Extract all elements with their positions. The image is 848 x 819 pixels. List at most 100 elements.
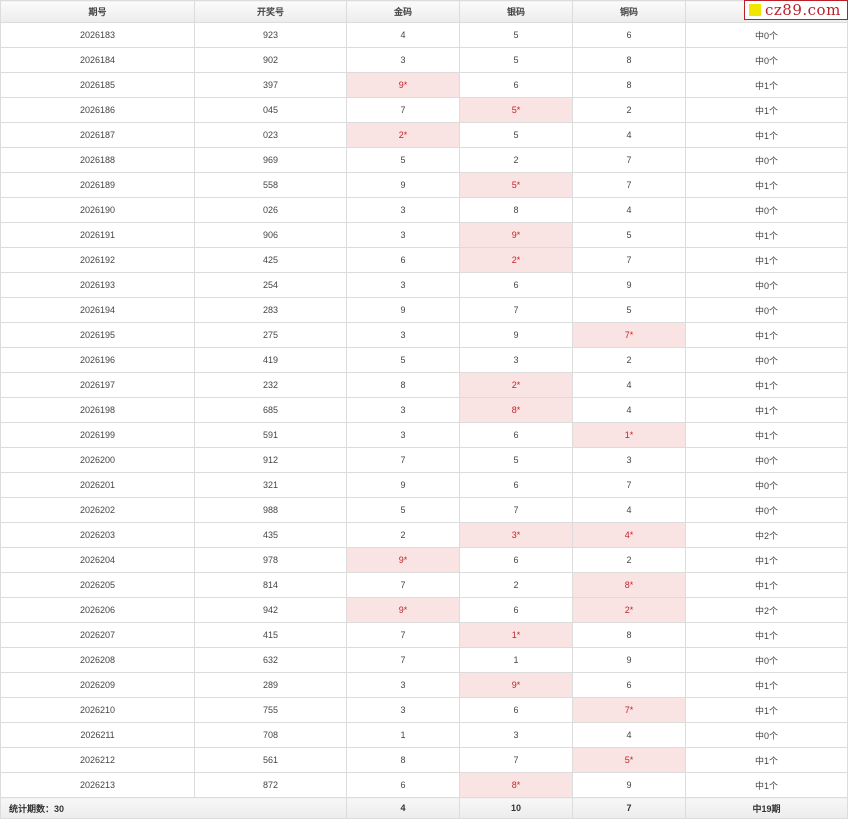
result-cell: 中0个 <box>685 147 848 173</box>
winning-number-cell: 561 <box>194 747 347 773</box>
table-body: 2026183 923 4 5 6 中0个 2026184 902 3 5 8 中0个 2026185 3… <box>0 22 848 798</box>
header-silver-code[interactable]: 银码 <box>459 0 573 23</box>
result-cell: 中1个 <box>685 422 848 448</box>
result-cell: 中1个 <box>685 772 848 798</box>
winning-number-cell: 026 <box>194 197 347 223</box>
site-logo[interactable]: cz89.com <box>744 0 848 20</box>
issue-cell: 2026208 <box>0 647 195 673</box>
result-cell: 中2个 <box>685 597 848 623</box>
gold-code-cell: 9* <box>346 547 460 573</box>
issue-cell: 2026201 <box>0 472 195 498</box>
winning-number-cell: 591 <box>194 422 347 448</box>
issue-cell: 2026194 <box>0 297 195 323</box>
winning-number-cell: 969 <box>194 147 347 173</box>
winning-number-cell: 558 <box>194 172 347 198</box>
gold-code-cell: 2* <box>346 122 460 148</box>
gold-code-cell: 5 <box>346 347 460 373</box>
gold-code-cell: 2 <box>346 522 460 548</box>
table-row: 2026204 978 9* 6 2 中1个 <box>0 547 848 573</box>
bronze-code-cell: 2 <box>572 347 686 373</box>
silver-code-cell: 6 <box>459 597 573 623</box>
header-issue[interactable]: 期号 <box>0 0 195 23</box>
issue-cell: 2026203 <box>0 522 195 548</box>
silver-code-cell: 1 <box>459 647 573 673</box>
bronze-code-cell: 7 <box>572 247 686 273</box>
footer-bronze-total: 7 <box>572 797 686 819</box>
silver-code-cell: 6 <box>459 472 573 498</box>
bronze-code-cell: 1* <box>572 422 686 448</box>
silver-code-cell: 6 <box>459 72 573 98</box>
table-row: 2026184 902 3 5 8 中0个 <box>0 47 848 73</box>
table-row: 2026210 755 3 6 7* 中1个 <box>0 697 848 723</box>
table-row: 2026199 591 3 6 1* 中1个 <box>0 422 848 448</box>
bronze-code-cell: 5* <box>572 747 686 773</box>
result-cell: 中0个 <box>685 47 848 73</box>
result-cell: 中1个 <box>685 747 848 773</box>
winning-number-cell: 275 <box>194 322 347 348</box>
issue-cell: 2026193 <box>0 272 195 298</box>
table-row: 2026187 023 2* 5 4 中1个 <box>0 122 848 148</box>
silver-code-cell: 7 <box>459 297 573 323</box>
silver-code-cell: 2 <box>459 147 573 173</box>
table-row: 2026202 988 5 7 4 中0个 <box>0 497 848 523</box>
winning-number-cell: 435 <box>194 522 347 548</box>
bronze-code-cell: 4 <box>572 122 686 148</box>
table-row: 2026192 425 6 2* 7 中1个 <box>0 247 848 273</box>
issue-cell: 2026184 <box>0 47 195 73</box>
table-row: 2026206 942 9* 6 2* 中2个 <box>0 597 848 623</box>
gold-code-cell: 9 <box>346 297 460 323</box>
silver-code-cell: 5* <box>459 172 573 198</box>
winning-number-cell: 708 <box>194 722 347 748</box>
bronze-code-cell: 8 <box>572 72 686 98</box>
issue-cell: 2026192 <box>0 247 195 273</box>
bronze-code-cell: 4 <box>572 372 686 398</box>
winning-number-cell: 942 <box>194 597 347 623</box>
gold-code-cell: 8 <box>346 747 460 773</box>
winning-number-cell: 425 <box>194 247 347 273</box>
bronze-code-cell: 8 <box>572 47 686 73</box>
table-row: 2026197 232 8 2* 4 中1个 <box>0 372 848 398</box>
winning-number-cell: 232 <box>194 372 347 398</box>
winning-number-cell: 755 <box>194 697 347 723</box>
table-row: 2026209 289 3 9* 6 中1个 <box>0 672 848 698</box>
bronze-code-cell: 8 <box>572 622 686 648</box>
result-cell: 中1个 <box>685 372 848 398</box>
gold-code-cell: 3 <box>346 222 460 248</box>
issue-cell: 2026197 <box>0 372 195 398</box>
silver-code-cell: 7 <box>459 747 573 773</box>
table-row: 2026211 708 1 3 4 中0个 <box>0 722 848 748</box>
bronze-code-cell: 6 <box>572 672 686 698</box>
bronze-code-cell: 2 <box>572 97 686 123</box>
silver-code-cell: 8* <box>459 772 573 798</box>
winning-number-cell: 632 <box>194 647 347 673</box>
table-row: 2026195 275 3 9 7* 中1个 <box>0 322 848 348</box>
issue-cell: 2026187 <box>0 122 195 148</box>
header-winning-number[interactable]: 开奖号 <box>194 0 347 23</box>
issue-cell: 2026211 <box>0 722 195 748</box>
result-cell: 中1个 <box>685 622 848 648</box>
table-row: 2026191 906 3 9* 5 中1个 <box>0 222 848 248</box>
silver-code-cell: 3* <box>459 522 573 548</box>
issue-cell: 2026189 <box>0 172 195 198</box>
silver-code-cell: 9* <box>459 222 573 248</box>
gold-code-cell: 6 <box>346 247 460 273</box>
winning-number-cell: 045 <box>194 97 347 123</box>
gold-code-cell: 9* <box>346 72 460 98</box>
result-cell: 中1个 <box>685 572 848 598</box>
bronze-code-cell: 4 <box>572 722 686 748</box>
header-gold-code[interactable]: 金码 <box>346 0 460 23</box>
footer-result-total: 中19期 <box>685 797 848 819</box>
header-bronze-code[interactable]: 铜码 <box>572 0 686 23</box>
result-cell: 中0个 <box>685 347 848 373</box>
bronze-code-cell: 2 <box>572 547 686 573</box>
table-row: 2026196 419 5 3 2 中0个 <box>0 347 848 373</box>
table-row: 2026190 026 3 8 4 中0个 <box>0 197 848 223</box>
gold-code-cell: 7 <box>346 647 460 673</box>
result-cell: 中1个 <box>685 122 848 148</box>
bronze-code-cell: 8* <box>572 572 686 598</box>
winning-number-cell: 321 <box>194 472 347 498</box>
winning-number-cell: 023 <box>194 122 347 148</box>
gold-code-cell: 3 <box>346 672 460 698</box>
result-cell: 中1个 <box>685 72 848 98</box>
winning-number-cell: 872 <box>194 772 347 798</box>
